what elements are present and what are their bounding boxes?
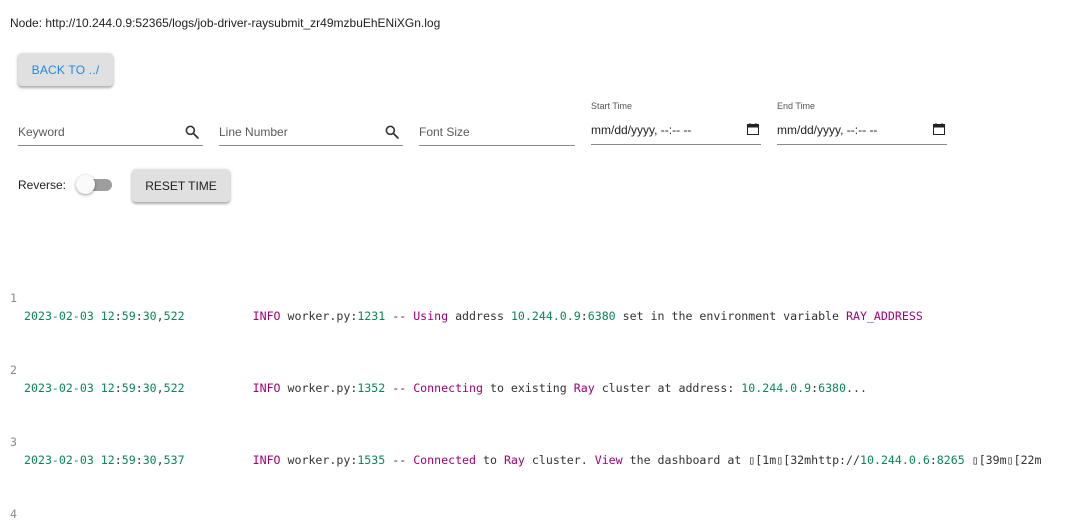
log-line: 3 2023-02-03 12:59:30,537 INFO worker.py:… [0, 415, 1076, 467]
line-number-placeholder: Line Number [219, 125, 288, 139]
search-icon[interactable] [184, 124, 200, 140]
log-line: 4 [0, 487, 1076, 521]
end-time-label: End Time [777, 101, 816, 111]
keyword-placeholder: Keyword [18, 125, 65, 139]
end-time-value: mm/dd/yyyy, --:-- -- [777, 123, 878, 137]
reset-time-button[interactable]: RESET TIME [132, 169, 230, 202]
log-line: 2 2023-02-03 12:59:30,522 INFO worker.py:… [0, 343, 1076, 395]
font-size-placeholder: Font Size [419, 125, 470, 139]
start-time-label: Start Time [591, 101, 633, 111]
search-icon[interactable] [384, 124, 400, 140]
line-number: 4 [10, 507, 17, 521]
toggle-thumb[interactable] [76, 175, 95, 194]
log-line-content: 2023-02-03 12:59:30,522 INFO worker.py:13… [24, 381, 867, 395]
line-number-field[interactable]: Line Number [219, 115, 403, 146]
line-number: 3 [10, 435, 17, 449]
calendar-icon[interactable] [747, 123, 759, 135]
log-line-content: 2023-02-03 12:59:30,537 INFO worker.py:15… [24, 453, 1042, 467]
line-number: 2 [10, 363, 17, 377]
start-time-field[interactable]: Start Time mm/dd/yyyy, --:-- -- [591, 101, 761, 145]
keyword-field[interactable]: Keyword [18, 115, 203, 146]
reverse-label: Reverse: [18, 178, 67, 192]
start-time-value: mm/dd/yyyy, --:-- -- [591, 123, 692, 137]
log-line-content: 2023-02-03 12:59:30,522 INFO worker.py:12… [24, 309, 923, 323]
calendar-icon[interactable] [933, 123, 945, 135]
back-button[interactable]: BACK TO ../ [18, 53, 113, 86]
log-line: 1 2023-02-03 12:59:30,522 INFO worker.py:… [0, 271, 1076, 323]
end-time-field[interactable]: End Time mm/dd/yyyy, --:-- -- [777, 101, 947, 145]
font-size-field[interactable]: Font Size [419, 115, 575, 146]
node-log-path-title: Node: http://10.244.0.9:52365/logs/job-d… [10, 16, 441, 30]
line-number: 1 [10, 291, 17, 305]
log-viewer: 1 2023-02-03 12:59:30,522 INFO worker.py:… [0, 217, 1076, 523]
reverse-toggle[interactable] [76, 175, 114, 195]
